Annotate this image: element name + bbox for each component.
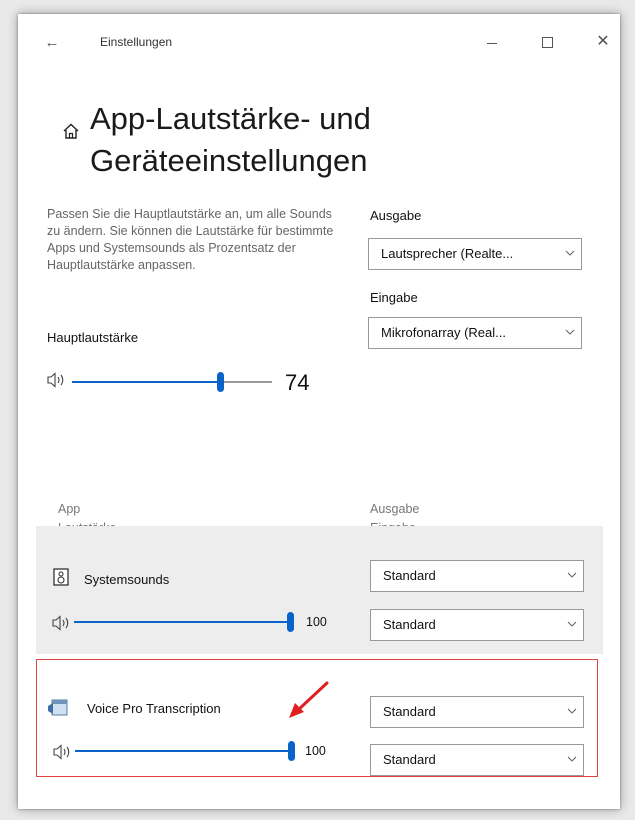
back-arrow-icon[interactable]: ←: [40, 32, 64, 54]
app-output-value: Standard: [383, 704, 436, 719]
app-volume-value: 100: [305, 744, 326, 758]
app-row-systemsounds: Systemsounds 100 Standard Standard: [36, 526, 603, 654]
app-volume-thumb[interactable]: [287, 612, 294, 632]
master-volume-label: Hauptlautstärke: [47, 330, 139, 345]
chevron-down-icon: [565, 328, 575, 336]
master-volume-slider[interactable]: [72, 372, 272, 392]
app-name: Systemsounds: [84, 572, 170, 587]
minimize-button[interactable]: [478, 28, 508, 56]
chevron-down-icon: [567, 755, 577, 763]
chevron-down-icon: [567, 707, 577, 715]
column-header-output-label: Ausgabe: [370, 502, 420, 516]
input-label: Eingabe: [370, 290, 418, 305]
output-device-dropdown[interactable]: Lautsprecher (Realte...: [368, 238, 582, 270]
settings-window: ← Einstellungen ✕ App-Lautstärke- und Ge…: [18, 14, 620, 809]
title-bar: ← Einstellungen ✕: [18, 14, 620, 76]
window-title: Einstellungen: [100, 35, 173, 49]
app-window-icon: [47, 698, 69, 718]
speaker-volume-icon[interactable]: [47, 372, 67, 388]
app-output-dropdown[interactable]: Standard: [370, 696, 584, 728]
page-title: App-Lautstärke- und Geräteeinstellungen: [90, 101, 371, 178]
app-input-value: Standard: [383, 752, 436, 767]
home-icon[interactable]: [62, 122, 80, 140]
master-volume-thumb[interactable]: [217, 372, 224, 392]
app-volume-slider[interactable]: [75, 741, 295, 761]
red-annotation-arrow-icon: [283, 679, 333, 724]
output-label: Ausgabe: [370, 208, 422, 223]
app-volume-slider[interactable]: [74, 612, 294, 632]
app-input-value: Standard: [383, 617, 436, 632]
input-device-dropdown[interactable]: Mikrofonarray (Real...: [368, 317, 582, 349]
app-input-dropdown[interactable]: Standard: [370, 744, 584, 776]
speaker-device-icon: [53, 568, 71, 586]
maximize-button[interactable]: [533, 28, 563, 56]
app-output-dropdown[interactable]: Standard: [370, 560, 584, 592]
master-volume-row: 74: [47, 369, 347, 399]
speaker-volume-icon[interactable]: [52, 615, 72, 631]
output-device-value: Lautsprecher (Realte...: [381, 246, 514, 261]
chevron-down-icon: [567, 571, 577, 579]
app-volume-thumb[interactable]: [288, 741, 295, 761]
chevron-down-icon: [567, 620, 577, 628]
app-volume-value: 100: [306, 615, 327, 629]
app-output-value: Standard: [383, 568, 436, 583]
chevron-down-icon: [565, 249, 575, 257]
speaker-volume-icon[interactable]: [53, 744, 73, 760]
app-input-dropdown[interactable]: Standard: [370, 609, 584, 641]
column-header-app-label: App: [58, 502, 81, 516]
input-device-value: Mikrofonarray (Real...: [381, 325, 506, 340]
app-name: Voice Pro Transcription: [87, 701, 221, 716]
close-button[interactable]: ✕: [588, 28, 618, 56]
master-volume-value: 74: [285, 370, 310, 395]
description-text: Passen Sie die Hauptlautstärke an, um al…: [47, 207, 334, 272]
